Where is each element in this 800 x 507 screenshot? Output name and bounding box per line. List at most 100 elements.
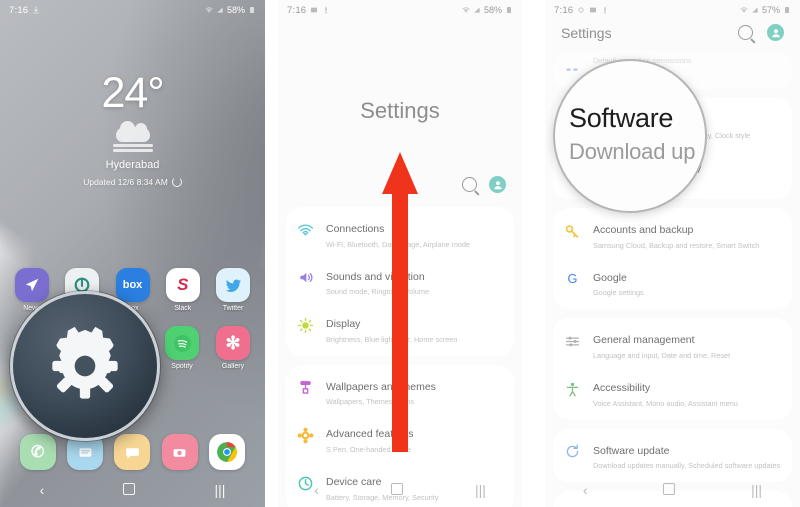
- key-icon: [561, 220, 583, 242]
- navigation-bar: ‹ |||: [545, 473, 800, 507]
- status-bar: 7:16 58%: [0, 0, 265, 20]
- settings-row-label: Accessibility: [593, 382, 651, 395]
- app-gallery[interactable]: ✻ Gallery: [211, 326, 255, 370]
- search-icon[interactable]: [462, 177, 477, 192]
- weather-temperature: 24°: [101, 69, 164, 117]
- magnifier-line-2: Download up: [569, 139, 696, 164]
- camera-icon[interactable]: [161, 434, 198, 470]
- settings-row-label: General management: [593, 334, 695, 347]
- fog-cloud-icon: [110, 121, 156, 153]
- settings-row-label: Software update: [593, 444, 670, 457]
- page-title: Settings: [561, 24, 612, 41]
- news-icon: [15, 268, 49, 302]
- status-time: 7:16: [9, 4, 29, 16]
- settings-group: General management Language and input, D…: [553, 318, 792, 420]
- status-bar: 7:16 57%: [545, 0, 800, 20]
- box-icon: box: [115, 268, 150, 302]
- phone-gap-1: [265, 0, 278, 507]
- page-title: Settings: [360, 98, 440, 123]
- recents-icon[interactable]: |||: [214, 483, 225, 497]
- apps-icon: [561, 56, 583, 78]
- wifi-icon: [205, 6, 213, 14]
- home-icon[interactable]: [663, 483, 676, 497]
- weather-updated-text: Updated 12/6 8:34 AM: [83, 177, 168, 187]
- settings-row-label: Google: [593, 271, 627, 284]
- wifi-icon: [294, 219, 316, 241]
- phone-icon[interactable]: ✆: [19, 434, 56, 470]
- image-icon: [310, 6, 318, 14]
- navigation-bar: ‹ |||: [0, 473, 265, 507]
- paint-roller-icon: [294, 377, 316, 399]
- download-icon: [32, 6, 40, 14]
- app-label: Spotify: [171, 363, 193, 370]
- gallery-icon: ✻: [216, 326, 250, 360]
- back-icon[interactable]: ‹: [40, 483, 45, 497]
- settings-header: Settings: [545, 20, 800, 51]
- settings-row-sub: Google settings: [593, 288, 644, 298]
- refresh-icon[interactable]: [171, 177, 182, 187]
- battery-percent: 57%: [761, 5, 780, 15]
- update-icon: [561, 441, 583, 463]
- app-slack[interactable]: S Slack: [161, 268, 205, 312]
- status-time: 7:16: [287, 4, 307, 16]
- slack-icon: S: [165, 268, 200, 302]
- app-label: Gallery: [221, 363, 245, 370]
- recents-icon[interactable]: |||: [751, 483, 762, 497]
- screenshot-stage: 7:16 58% 24° Hyderabad Updated 12/6 8:34…: [0, 0, 800, 507]
- google-g-icon: G: [561, 268, 583, 290]
- image-icon: [589, 6, 597, 14]
- twitter-icon: [216, 268, 250, 302]
- chat-icon[interactable]: [114, 434, 151, 470]
- wifi-icon: [462, 6, 470, 14]
- home-icon[interactable]: [123, 483, 136, 497]
- battery-percent: 58%: [483, 5, 502, 15]
- phone-3-settings-scrolled: 7:16 57% Settings Clock style Accounts a…: [545, 0, 800, 507]
- recents-icon[interactable]: |||: [475, 483, 486, 497]
- weather-widget[interactable]: 24° Hyderabad Updated 12/6 8:34 AM: [0, 72, 265, 187]
- chrome-icon[interactable]: [209, 434, 246, 470]
- wifi-icon: [740, 6, 748, 14]
- settings-gear-magnifier: [10, 291, 160, 441]
- battery-percent: 58%: [226, 5, 245, 15]
- status-bar: 7:16 58%: [278, 0, 522, 20]
- back-icon[interactable]: ‹: [314, 483, 319, 497]
- settings-row-label: Accounts and backup: [593, 224, 694, 237]
- brightness-icon: [294, 314, 316, 336]
- settings-row-accounts[interactable]: Accounts and backup Samsung Cloud, Backu…: [553, 211, 792, 259]
- search-icon[interactable]: [738, 25, 753, 40]
- app-twitter[interactable]: Twitter: [211, 268, 255, 312]
- settings-group: Accounts and backup Samsung Cloud, Backu…: [553, 208, 792, 310]
- settings-row-accessibility[interactable]: Accessibility Voice Assistant, Mono audi…: [553, 369, 792, 417]
- status-time: 7:16: [554, 4, 574, 16]
- software-update-magnifier: Software Download up: [553, 59, 707, 213]
- settings-row-google[interactable]: G Google Google settings: [553, 259, 792, 307]
- spotify-icon: [165, 326, 199, 360]
- dock: ✆: [0, 434, 265, 470]
- weather-city: Hyderabad: [105, 159, 160, 171]
- weather-updated: Updated 12/6 8:34 AM: [0, 177, 265, 187]
- battery-icon: [505, 6, 513, 14]
- settings-row-sub: Language and input, Date and time, Reset: [593, 350, 731, 360]
- profile-avatar-icon[interactable]: [489, 176, 506, 193]
- red-up-arrow: [382, 152, 418, 452]
- profile-avatar-icon[interactable]: [767, 24, 784, 41]
- settings-row-sub: Download updates manually, Scheduled sof…: [593, 461, 781, 471]
- settings-row-sub: Samsung Cloud, Backup and restore, Smart…: [593, 240, 760, 250]
- sync-icon: [577, 6, 585, 14]
- home-icon[interactable]: [390, 483, 403, 497]
- settings-row-label: Connections: [326, 223, 385, 235]
- navigation-bar: ‹ |||: [278, 473, 522, 507]
- battery-icon: [783, 6, 791, 14]
- battery-icon: [248, 6, 256, 14]
- app-label: Slack: [174, 305, 192, 312]
- settings-gear-icon[interactable]: [42, 323, 128, 409]
- app-spotify[interactable]: Spotify: [160, 326, 204, 370]
- settings-row-sub: Voice Assistant, Mono audio, Assistant m…: [593, 398, 738, 408]
- app-label: Twitter: [222, 305, 244, 312]
- signal-icon: [216, 6, 224, 14]
- back-icon[interactable]: ‹: [583, 483, 588, 497]
- settings-row-general-management[interactable]: General management Language and input, D…: [553, 321, 792, 369]
- settings-row-label: Display: [326, 318, 361, 331]
- sliders-icon: [561, 330, 583, 352]
- phone-gap-2: [522, 0, 545, 507]
